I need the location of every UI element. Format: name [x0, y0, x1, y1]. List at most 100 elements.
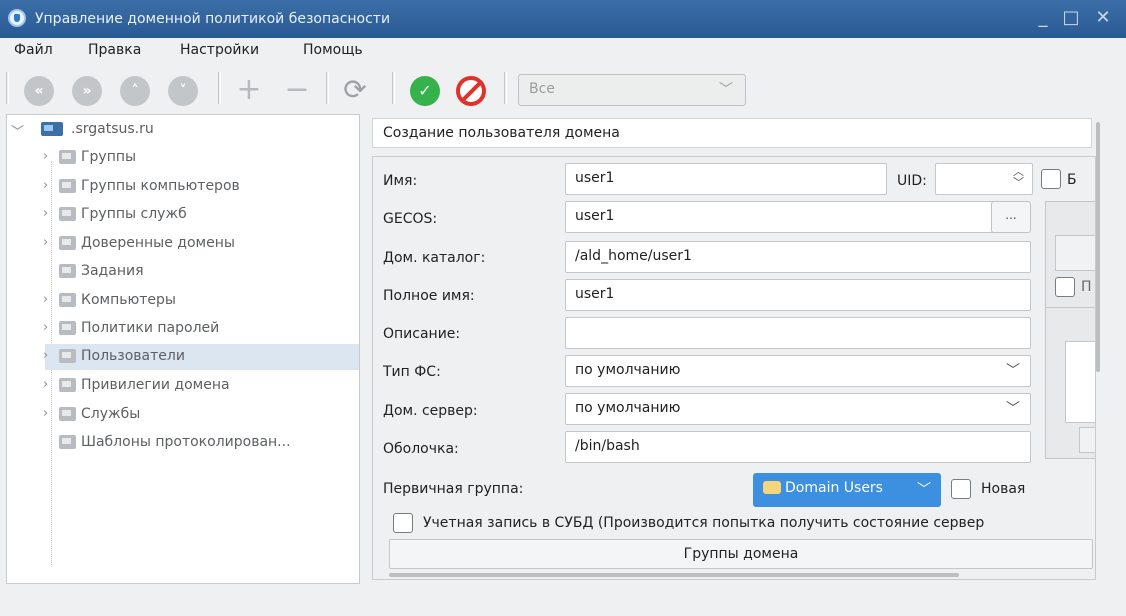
tree-item-label: Привилегии домена [81, 377, 230, 393]
uid-spinbox[interactable]: ︿ ﹀ [935, 163, 1033, 195]
minimize-button[interactable]: _ [1030, 5, 1056, 31]
chevron-down-icon: ﹀ [1006, 401, 1020, 417]
spin-arrows-icon[interactable]: ︿ ﹀ [1013, 166, 1024, 188]
status-bar [0, 588, 1126, 616]
domain-groups-button[interactable]: Группы домена [389, 539, 1093, 569]
tree-item-tasks[interactable]: Задания [45, 259, 345, 285]
side-list[interactable] [1065, 341, 1095, 423]
tree-item-label: Задания [81, 263, 144, 279]
side-button[interactable] [1055, 235, 1095, 271]
maximize-button[interactable]: □ [1058, 5, 1084, 31]
refresh-icon[interactable]: ⟳ [338, 72, 372, 108]
add-icon[interactable]: + [232, 72, 266, 108]
tree-item-service-groups[interactable]: › Группы служб [43, 202, 345, 228]
description-label: Описание: [383, 326, 461, 342]
tree-root[interactable]: ﹀ .srgatsus.ru [11, 117, 313, 143]
dbms-account-label: Учетная запись в СУБД (Производится попы… [423, 515, 985, 531]
tree-item-computer-groups[interactable]: › Группы компьютеров [43, 174, 345, 200]
expand-icon[interactable]: › [43, 235, 48, 250]
expand-icon[interactable]: › [43, 377, 48, 392]
fs-type-select[interactable]: по умолчанию ﹀ [565, 355, 1031, 387]
shell-label: Оболочка: [383, 441, 459, 457]
last-icon[interactable]: » [72, 76, 102, 106]
filter-combo[interactable]: Все ﹀ [518, 74, 746, 106]
tree-item-trusted-domains[interactable]: › Доверенные домены [43, 231, 345, 257]
tree-item-domain-privileges[interactable]: › Привилегии домена [43, 373, 345, 399]
expand-icon[interactable]: › [43, 149, 48, 164]
first-icon[interactable]: « [24, 76, 54, 106]
vertical-scrollbar[interactable] [1096, 122, 1100, 372]
toolbar-separator [504, 72, 507, 104]
apply-icon[interactable]: ✓ [410, 76, 440, 106]
tree-item-log-templates[interactable]: Шаблоны протоколирован... [45, 430, 355, 456]
primary-group-value: Domain Users [785, 480, 883, 496]
collapse-icon[interactable]: ﹀ [11, 121, 24, 140]
app-window: Управление доменной политикой безопаснос… [0, 0, 1126, 616]
down-icon[interactable]: ˅ [168, 76, 198, 106]
window-title: Управление доменной политикой безопаснос… [35, 11, 391, 27]
gecos-field[interactable]: user1 [565, 201, 1013, 233]
tree-item-users[interactable]: › Пользователи [43, 344, 359, 370]
gecos-edit-button[interactable]: ... [991, 201, 1031, 233]
tree-item-label: Шаблоны протоколирован... [81, 434, 291, 450]
tree-item-password-policies[interactable]: › Политики паролей [43, 316, 345, 342]
name-label: Имя: [383, 173, 418, 189]
user-form: Имя: user1 UID: ︿ ﹀ Б GECOS: user1 ... До… [372, 156, 1096, 580]
section-title: Создание пользователя домена [372, 118, 1092, 148]
expand-icon[interactable]: › [43, 292, 48, 307]
user-creation-pane: Создание пользователя домена Имя: user1 … [366, 114, 1112, 584]
cancel-icon[interactable] [456, 76, 486, 106]
full-name-field[interactable]: user1 [565, 279, 1031, 311]
expand-icon[interactable]: › [43, 206, 48, 221]
shell-field[interactable]: /bin/bash [565, 431, 1031, 463]
side-checkbox[interactable] [1055, 277, 1075, 297]
block-checkbox[interactable] [1041, 169, 1061, 189]
users-icon [59, 349, 76, 363]
tree-item-computers[interactable]: › Компьютеры [43, 288, 345, 314]
close-button[interactable]: ✕ [1090, 5, 1116, 31]
side-small-button[interactable] [1079, 427, 1095, 453]
toolbar-separator [6, 72, 9, 104]
filter-value: Все [529, 81, 555, 97]
menu-help[interactable]: Помощь [303, 42, 363, 58]
primary-group-button[interactable]: Domain Users ﹀ [753, 473, 941, 507]
tree-root-label: .srgatsus.ru [71, 121, 154, 137]
toolbar: « » ˄ ˅ + − ⟳ ✓ Все ﹀ [0, 64, 1126, 110]
services-icon [59, 407, 76, 421]
horizontal-scrollbar[interactable] [389, 573, 959, 577]
expand-icon[interactable]: › [43, 348, 48, 363]
home-dir-field[interactable]: /ald_home/user1 [565, 241, 1031, 273]
menu-settings[interactable]: Настройки [180, 42, 259, 58]
computers-icon [59, 293, 76, 307]
gecos-label: GECOS: [383, 211, 438, 227]
expand-icon[interactable]: › [43, 178, 48, 193]
chevron-down-icon: ﹀ [1006, 363, 1020, 379]
tree-item-label: Политики паролей [81, 320, 220, 336]
menu-file[interactable]: Файл [14, 42, 53, 58]
title-bar[interactable]: Управление доменной политикой безопаснос… [0, 0, 1126, 38]
home-dir-label: Дом. каталог: [383, 250, 486, 266]
home-server-select[interactable]: по умолчанию ﹀ [565, 393, 1031, 425]
side-checkbox-label: П [1081, 279, 1092, 295]
up-icon[interactable]: ˄ [120, 76, 150, 106]
expand-icon[interactable]: › [43, 320, 48, 335]
privileges-icon [59, 378, 76, 392]
toolbar-separator [218, 72, 221, 104]
domain-computer-icon [41, 122, 63, 136]
description-field[interactable] [565, 317, 1031, 349]
remove-icon[interactable]: − [280, 72, 314, 108]
expand-icon[interactable]: › [43, 406, 48, 421]
menu-bar: Файл Правка Настройки Помощь [0, 38, 1126, 64]
domain-tree[interactable]: ﹀ .srgatsus.ru › Группы › Группы компьют… [6, 114, 360, 584]
tree-item-groups[interactable]: › Группы [43, 145, 345, 171]
chevron-down-icon: ﹀ [917, 482, 931, 498]
tree-item-label: Компьютеры [81, 292, 176, 308]
name-field[interactable]: user1 [565, 163, 887, 195]
tree-item-label: Группы [81, 149, 137, 165]
new-group-checkbox[interactable] [951, 479, 971, 499]
dbms-account-checkbox[interactable] [393, 513, 413, 533]
tree-item-services[interactable]: › Службы [43, 402, 345, 428]
tree-item-label: Пользователи [81, 348, 185, 364]
full-name-label: Полное имя: [383, 288, 475, 304]
menu-edit[interactable]: Правка [88, 42, 141, 58]
